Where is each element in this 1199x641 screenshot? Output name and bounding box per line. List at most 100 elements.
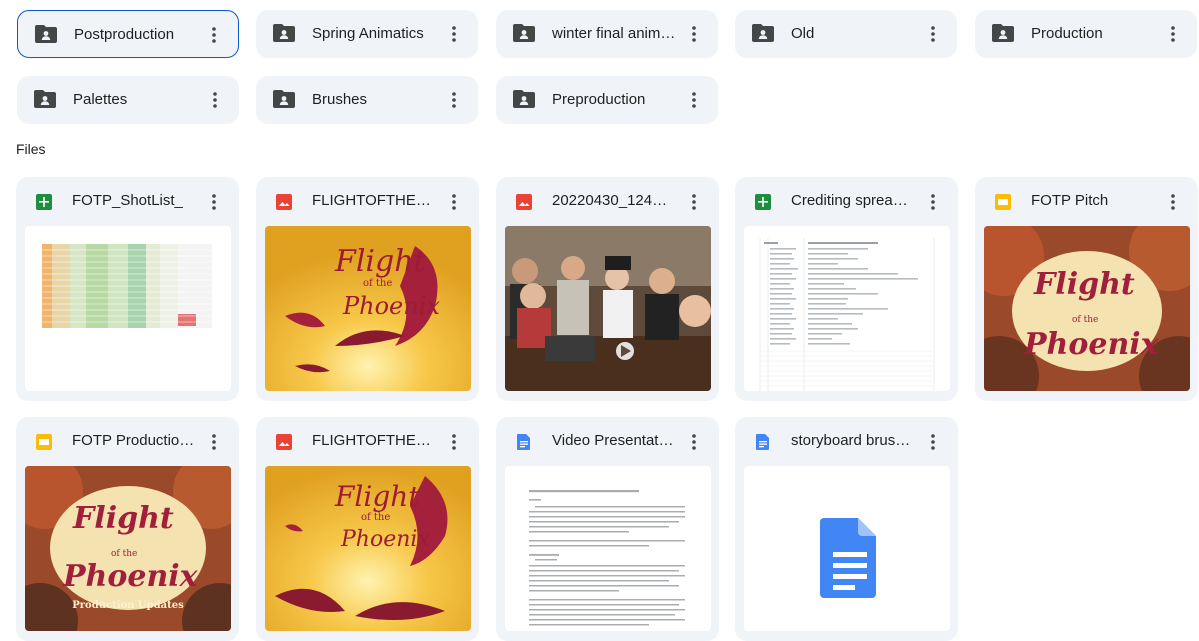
folder-postproduction[interactable]: Postproduction: [17, 10, 239, 58]
document-preview: [529, 490, 685, 626]
file-name: FOTP Production Updates: [72, 432, 195, 449]
file-thumbnail: [744, 226, 950, 391]
phoenix-artwork: Flight of the Phoenix: [984, 226, 1190, 391]
phoenix-artwork: Flight of the Phoenix: [265, 466, 471, 631]
artwork-subtitle: of the: [1072, 315, 1098, 325]
file-name: FLIGHTOFTHEPHOENIX: [312, 432, 435, 449]
more-options-icon[interactable]: [1161, 190, 1185, 214]
more-options-icon[interactable]: [682, 430, 706, 454]
folder-name: Old: [791, 25, 815, 42]
folder-palettes[interactable]: Palettes: [17, 76, 239, 124]
file-card-fotp-pitch[interactable]: FOTP Pitch Flight of the Phoenix: [975, 177, 1198, 401]
image-icon: [516, 194, 532, 210]
more-options-icon[interactable]: [921, 190, 945, 214]
group-photo: [505, 226, 711, 391]
shared-folder-icon: [752, 24, 774, 42]
phoenix-artwork: Flight of the Phoenix: [265, 226, 471, 391]
more-options-icon[interactable]: [202, 23, 226, 47]
artwork-title-2: Phoenix: [62, 559, 199, 594]
artwork-title: Flight: [334, 244, 427, 279]
more-options-icon[interactable]: [921, 22, 945, 46]
artwork-title-2: Phoenix: [1023, 327, 1160, 362]
slides-icon: [995, 194, 1011, 210]
slides-icon: [36, 434, 52, 450]
folder-production[interactable]: Production: [975, 10, 1197, 58]
folder-name: winter final animatic: [552, 25, 677, 42]
file-thumbnail: Flight of the Phoenix: [984, 226, 1190, 391]
artwork-title: Flight: [72, 501, 174, 536]
file-card-storyboard-brushes[interactable]: storyboard brushes: [735, 417, 958, 641]
artwork-subtitle: of the: [363, 278, 392, 289]
sheets-icon: [755, 194, 771, 210]
file-name: storyboard brushes: [791, 432, 914, 449]
artwork-title: Flight: [1033, 267, 1135, 302]
file-card-fotp-production-updates[interactable]: FOTP Production Updates Flight of the Ph…: [16, 417, 239, 641]
file-thumbnail: Flight of the Phoenix: [265, 466, 471, 631]
more-options-icon[interactable]: [682, 22, 706, 46]
files-section-label: Files: [16, 141, 46, 157]
docs-large-icon: [820, 518, 876, 598]
artwork-subtitle: of the: [111, 549, 137, 559]
folder-name: Brushes: [312, 91, 368, 108]
more-options-icon[interactable]: [202, 190, 226, 214]
file-name: FOTP Pitch: [1031, 192, 1109, 209]
file-thumbnail: Flight of the Phoenix: [265, 226, 471, 391]
file-thumbnail: Flight of the Phoenix Production Updates: [25, 466, 231, 631]
image-icon: [276, 194, 292, 210]
artwork-subtitle: of the: [361, 512, 390, 523]
folder-name: Palettes: [73, 91, 128, 108]
more-options-icon[interactable]: [202, 430, 226, 454]
file-thumbnail: [744, 466, 950, 631]
shared-folder-icon: [273, 90, 295, 108]
folder-name: Preproduction: [552, 91, 646, 108]
phoenix-artwork: Flight of the Phoenix Production Updates: [25, 466, 231, 631]
file-thumbnail: [25, 226, 231, 391]
file-card-crediting-spreadsheet[interactable]: Crediting spreadsheet: [735, 177, 958, 401]
more-options-icon[interactable]: [1161, 22, 1185, 46]
more-options-icon[interactable]: [682, 88, 706, 112]
more-options-icon[interactable]: [442, 22, 466, 46]
more-options-icon[interactable]: [442, 190, 466, 214]
shared-folder-icon: [513, 24, 535, 42]
shared-folder-icon: [273, 24, 295, 42]
more-options-icon[interactable]: [682, 190, 706, 214]
file-name: FOTP_ShotList_: [72, 192, 183, 209]
shared-folder-icon: [35, 25, 57, 43]
spreadsheet-preview: [42, 244, 212, 328]
file-card-shotlist[interactable]: FOTP_ShotList_: [16, 177, 239, 401]
shared-folder-icon: [34, 90, 56, 108]
image-icon: [276, 434, 292, 450]
file-card-flightofthephoenix-2[interactable]: FLIGHTOFTHEPHOENIX Flight of the Phoenix: [256, 417, 479, 641]
shared-folder-icon: [513, 90, 535, 108]
file-name: 20220430_124903: [552, 192, 675, 209]
folder-spring-animatics[interactable]: Spring Animatics: [256, 10, 478, 58]
artwork-title-2: Phoenix: [342, 292, 440, 320]
docs-icon: [756, 434, 769, 450]
file-name: FLIGHTOFTHEPHOENIX: [312, 192, 435, 209]
folder-brushes[interactable]: Brushes: [256, 76, 478, 124]
spreadsheet-preview: [759, 238, 935, 391]
file-card-flightofthephoenix[interactable]: FLIGHTOFTHEPHOENIX Flight of the Phoenix: [256, 177, 479, 401]
artwork-caption: Production Updates: [72, 600, 184, 611]
file-card-video-presentation[interactable]: Video Presentation: [496, 417, 719, 641]
folder-preproduction[interactable]: Preproduction: [496, 76, 718, 124]
folder-name: Production: [1031, 25, 1103, 42]
file-thumbnail: [505, 466, 711, 631]
file-thumbnail: [505, 226, 711, 391]
artwork-title: Flight: [334, 480, 420, 513]
artwork-title-2: Phoenix: [340, 527, 430, 552]
more-options-icon[interactable]: [442, 430, 466, 454]
folder-winter-final-animatic[interactable]: winter final animatic: [496, 10, 718, 58]
shared-folder-icon: [992, 24, 1014, 42]
more-options-icon[interactable]: [442, 88, 466, 112]
docs-icon: [517, 434, 530, 450]
more-options-icon[interactable]: [203, 88, 227, 112]
file-name: Crediting spreadsheet: [791, 192, 914, 209]
file-card-20220430[interactable]: 20220430_124903: [496, 177, 719, 401]
sheets-icon: [36, 194, 52, 210]
file-name: Video Presentation: [552, 432, 675, 449]
folder-name: Spring Animatics: [312, 25, 424, 42]
more-options-icon[interactable]: [921, 430, 945, 454]
folder-old[interactable]: Old: [735, 10, 957, 58]
folder-name: Postproduction: [74, 26, 175, 43]
